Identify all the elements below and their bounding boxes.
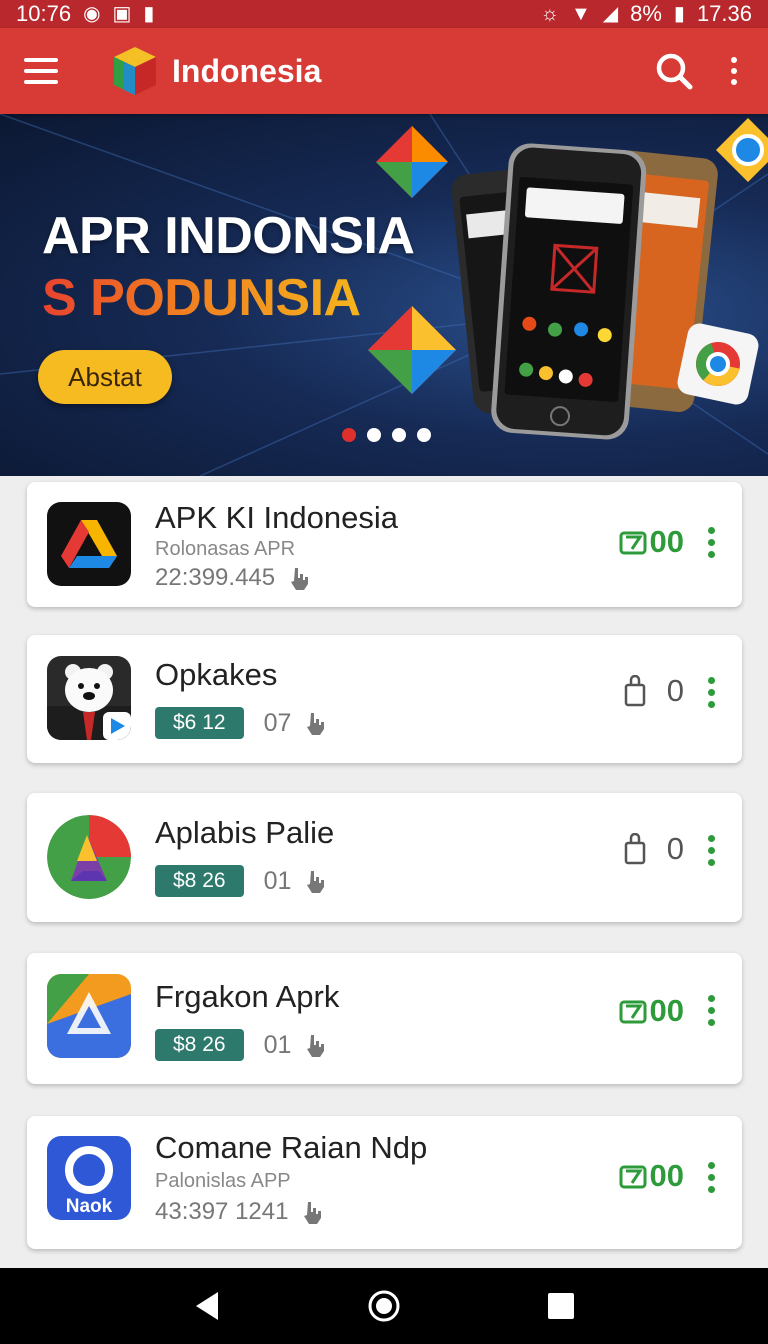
app-list-item[interactable]: Opkakes $6 12 07 0 — [27, 635, 742, 763]
app-bar: Indonesia — [0, 28, 768, 114]
app-list-item[interactable]: Naok Comane Raian Ndp Palonislas APP 43:… — [27, 1116, 742, 1249]
app-name: APK KI Indonesia — [155, 500, 398, 535]
app-subtitle: Palonislas APP — [155, 1170, 291, 1192]
bag-count: 0 — [666, 673, 684, 708]
app-name: Aplabis Palie — [155, 815, 335, 850]
item-menu-button[interactable] — [706, 677, 716, 708]
price-badge[interactable]: $6 12 — [155, 707, 244, 739]
banner-title-line1: APR INDONSIA — [42, 207, 415, 265]
banner-title-line2: S PODUNSIA — [42, 269, 361, 327]
status-time-right: 17.36 — [696, 1, 752, 26]
bag-button[interactable]: 0 — [623, 831, 684, 867]
alarm-icon: ☼ — [540, 3, 559, 25]
home-icon[interactable] — [367, 1289, 401, 1323]
app-stats: 22:399.445 — [155, 564, 276, 591]
drive-green-icon — [47, 815, 131, 899]
carousel-indicator — [342, 428, 431, 442]
download-button[interactable]: 00 — [618, 524, 684, 560]
hamburger-icon — [24, 58, 58, 62]
phones-illustration — [368, 118, 768, 440]
app-count: 01 — [263, 1030, 292, 1059]
carousel-dot-3[interactable] — [392, 428, 406, 442]
carousel-dot-2[interactable] — [367, 428, 381, 442]
battery-icon: ▮ — [673, 3, 685, 25]
cube-logo-icon — [112, 45, 158, 97]
naok-icon-label: Naok — [66, 1196, 113, 1217]
app-count: 01 — [263, 866, 292, 895]
menu-button[interactable] — [24, 49, 68, 93]
app-stats: 43:397 1241 — [155, 1198, 289, 1225]
download-box-icon — [619, 1165, 647, 1189]
shopping-bag-icon — [624, 675, 645, 707]
wifi-icon: ▼ — [570, 3, 591, 25]
drive-blue-icon — [47, 974, 131, 1058]
app-count: 07 — [263, 708, 292, 737]
app-title: Indonesia — [172, 52, 322, 89]
carousel-dot-1[interactable] — [342, 428, 356, 442]
calendar-notification-icon: ▣ — [112, 3, 132, 25]
item-menu-button[interactable] — [706, 995, 716, 1026]
download-button[interactable]: 00 — [618, 1158, 684, 1194]
battery-percent: 8% — [630, 1, 662, 26]
download-box-icon — [619, 531, 647, 555]
app-name: Frgakon Aprk — [155, 979, 340, 1014]
search-button[interactable] — [650, 47, 698, 95]
recents-icon[interactable] — [546, 1291, 576, 1321]
download-box-icon — [619, 1000, 647, 1024]
app-list-item[interactable]: Frgakon Aprk $8 26 01 00 — [27, 953, 742, 1084]
app-list-item[interactable]: APK KI Indonesia Rolonasas APR 22:399.44… — [27, 482, 742, 607]
download-button[interactable]: 00 — [618, 993, 684, 1029]
download-count: 00 — [649, 524, 684, 559]
price-badge[interactable]: $8 26 — [155, 865, 244, 897]
tap-hand-icon — [291, 568, 309, 590]
app-list-item[interactable]: Aplabis Palie $8 26 01 0 — [27, 793, 742, 922]
camera-notification-icon: ◉ — [83, 3, 101, 25]
system-nav-bar — [0, 1268, 768, 1344]
price-badge[interactable]: $8 26 — [155, 1029, 244, 1061]
bear-icon — [47, 656, 131, 740]
carousel-dot-4[interactable] — [417, 428, 431, 442]
sim-notification-icon: ▮ — [143, 3, 155, 25]
promo-banner[interactable]: APR INDONSIA S PODUNSIA Abstat — [0, 114, 768, 476]
bag-button[interactable]: 0 — [623, 673, 684, 709]
tap-hand-icon — [307, 1035, 325, 1057]
download-count: 00 — [649, 1158, 684, 1193]
shopping-bag-icon — [624, 833, 645, 865]
search-icon — [656, 53, 693, 90]
item-menu-button[interactable] — [706, 1162, 716, 1193]
tap-hand-icon — [304, 1202, 322, 1224]
item-menu-button[interactable] — [706, 527, 716, 558]
back-icon[interactable] — [192, 1289, 222, 1323]
naok-icon: Naok — [47, 1136, 131, 1220]
overflow-menu-button[interactable] — [724, 49, 744, 93]
status-time-left: 10:76 — [16, 1, 72, 26]
app-name: Opkakes — [155, 657, 278, 692]
bag-count: 0 — [666, 831, 684, 866]
tap-hand-icon — [307, 871, 325, 893]
app-subtitle: Rolonasas APR — [155, 538, 296, 560]
tap-hand-icon — [307, 713, 325, 735]
drive-dark-icon — [47, 502, 131, 586]
item-menu-button[interactable] — [706, 835, 716, 866]
status-bar: 10:76 ◉ ▣ ▮ ☼ ▼ ◢ 8% ▮ 17.36 — [0, 0, 768, 28]
banner-cta-button[interactable]: Abstat — [38, 350, 172, 404]
signal-icon: ◢ — [602, 3, 619, 25]
download-count: 00 — [649, 993, 684, 1028]
app-name: Comane Raian Ndp — [155, 1130, 428, 1165]
